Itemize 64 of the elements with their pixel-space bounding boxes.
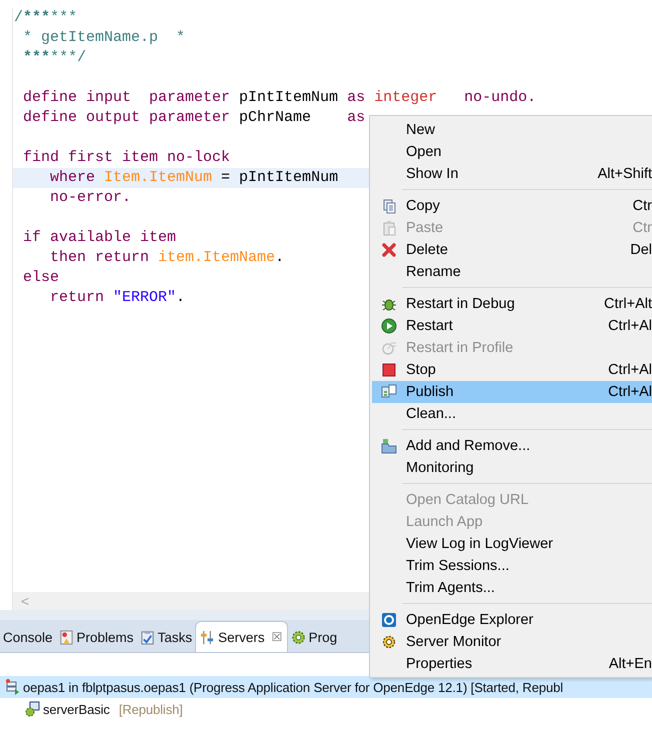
- panel-tab[interactable]: Problems: [56, 622, 137, 652]
- server-label[interactable]: serverBasic: [43, 702, 110, 716]
- panel-tab[interactable]: Tasks: [136, 622, 196, 652]
- menu-item[interactable]: OpenEdge Explorer: [372, 609, 652, 631]
- module-icon: [24, 701, 40, 717]
- shortcut-label: Ctrl+Al: [608, 318, 652, 334]
- menu-item[interactable]: Publish Ctrl+Al: [372, 381, 652, 403]
- copy-icon: [381, 198, 397, 214]
- code-line: define input parameter pIntItemNum as integer no-undo.: [22, 88, 536, 108]
- menu-item[interactable]: Copy Ctr: [372, 195, 652, 217]
- lifebuoy-icon: [381, 612, 397, 628]
- shortcut-label: Del: [630, 242, 652, 258]
- code-line: if available item: [22, 228, 176, 248]
- code-line: then return item.ItemName.: [49, 248, 284, 268]
- menu-item[interactable]: View Log in LogViewer: [372, 533, 652, 555]
- panel-tab[interactable]: Prog: [288, 622, 340, 652]
- menu-item[interactable]: Show In Alt+Shift: [372, 163, 652, 185]
- code-line: where Item.ItemNum = pIntItemNum: [49, 168, 338, 188]
- folder-icon: [381, 438, 397, 454]
- status-label: [Republish]: [118, 702, 183, 716]
- code-line: /******: [13, 8, 78, 28]
- menu-item[interactable]: New: [372, 119, 652, 141]
- server-icon: [4, 679, 20, 695]
- shortcut-label: Ctrl+Al: [608, 384, 652, 400]
- stopwatch-icon: [381, 340, 397, 356]
- stop-icon: [381, 362, 397, 378]
- shortcut-label: Ctr: [632, 198, 652, 214]
- menu-item[interactable]: Restart Ctrl+Al: [372, 315, 652, 337]
- problems-icon: [58, 630, 74, 644]
- shortcut-label: Ctr: [632, 220, 652, 236]
- menu-item[interactable]: Clean...: [372, 403, 652, 425]
- delete-icon: [381, 242, 397, 258]
- close-icon[interactable]: ☒: [272, 630, 283, 644]
- gear-icon: [290, 630, 306, 644]
- documents-icon: [381, 384, 397, 400]
- shortcut-label: Ctrl+Alt: [604, 296, 652, 312]
- panel-tab[interactable]: Console: [0, 622, 56, 652]
- menu-item[interactable]: Open: [372, 141, 652, 163]
- menu-item[interactable]: Trim Sessions...: [372, 555, 652, 577]
- clipboard-icon: [140, 630, 155, 644]
- code-line: define output parameter pChrName as: [22, 108, 366, 128]
- code-line: * getItemName.p *: [22, 28, 186, 48]
- shortcut-label: Alt+En: [608, 656, 652, 672]
- code-line: find first item no-lock: [22, 148, 230, 168]
- shortcut-label: Alt+Shift: [598, 166, 652, 182]
- menu-item[interactable]: Trim Agents...: [372, 577, 652, 599]
- sliders-icon: [200, 630, 216, 644]
- menu-item[interactable]: Server Monitor: [372, 631, 652, 653]
- menu-item[interactable]: Add and Remove...: [372, 435, 652, 457]
- panel-tab[interactable]: Servers ☒: [195, 621, 288, 652]
- menu-item[interactable]: Restart in Debug Ctrl+Alt: [372, 293, 652, 315]
- code-line: no-error.: [49, 188, 132, 208]
- play-icon: [381, 318, 397, 334]
- menu-item[interactable]: Properties Alt+En: [372, 653, 652, 675]
- menu-item[interactable]: Rename: [372, 261, 652, 283]
- code-line: else: [22, 268, 60, 288]
- menu-item[interactable]: Stop Ctrl+Al: [372, 359, 652, 381]
- menu-item[interactable]: Monitoring: [372, 457, 652, 479]
- paste-icon: [381, 220, 397, 236]
- gear-icon: [381, 634, 397, 650]
- code-line: ******/: [22, 48, 86, 68]
- menu-item[interactable]: Delete Del: [372, 239, 652, 261]
- code-line: return "ERROR".: [49, 288, 186, 308]
- shortcut-label: Ctrl+Al: [608, 362, 652, 378]
